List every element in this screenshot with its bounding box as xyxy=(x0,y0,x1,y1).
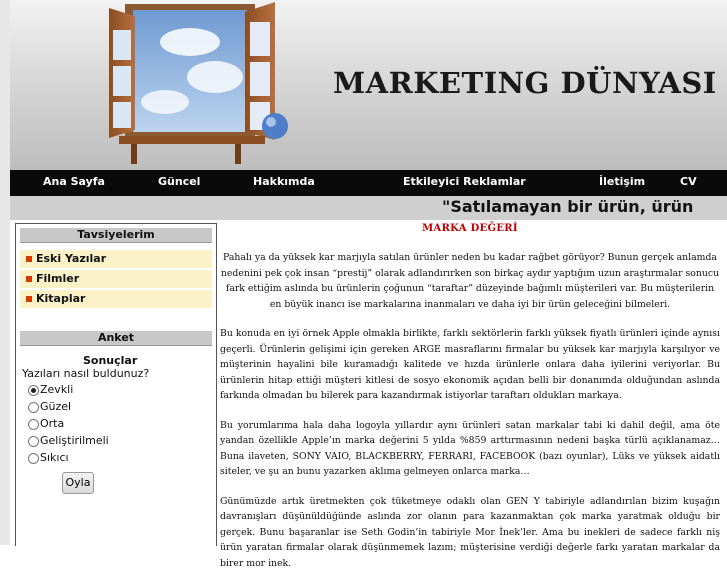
window-illustration xyxy=(109,2,288,164)
article-title: MARKA DEĞERİ xyxy=(422,223,518,234)
main-nav: Ana Sayfa Güncel Hakkımda Etkileyici Rek… xyxy=(10,170,727,196)
poll-title: Anket xyxy=(20,331,212,346)
rec-item-label: Filmler xyxy=(36,272,80,285)
rec-item-books[interactable]: Kitaplar xyxy=(20,290,212,308)
nav-current[interactable]: Güncel xyxy=(158,175,200,188)
poll-radio-zevkli[interactable] xyxy=(28,385,39,396)
quote-marquee: "Satılamayan bir ürün, ürün xyxy=(10,196,727,220)
article-paragraph: Bu yorumlarıma hala daha logoyla yıllard… xyxy=(220,419,720,478)
article-paragraph: Pahalı ya da yüksek kar marjıyla satılan… xyxy=(220,252,720,310)
nav-contact[interactable]: İletişim xyxy=(599,175,645,188)
vote-button[interactable]: Oyla xyxy=(62,472,94,494)
poll-results-label: Sonuçlar xyxy=(83,354,138,367)
left-edge xyxy=(0,0,10,545)
marquee-text: "Satılamayan bir ürün, ürün xyxy=(442,197,694,216)
recommendations-title: Tavsiyelerim xyxy=(20,228,212,243)
nav-about[interactable]: Hakkımda xyxy=(253,175,315,188)
site-header: MARKETING DÜNYASI xyxy=(10,0,727,170)
nav-cv[interactable]: CV xyxy=(680,175,697,188)
poll-option-label: Geliştirilmeli xyxy=(40,434,109,447)
poll-option-label: Orta xyxy=(40,417,65,430)
article-paragraph: Günümüzde artık üretmekten çok tüketmeye… xyxy=(220,495,720,569)
poll-radio-orta[interactable] xyxy=(28,419,39,430)
poll-option-label: Güzel xyxy=(40,400,72,413)
nav-home[interactable]: Ana Sayfa xyxy=(43,175,105,188)
rec-item-label: Kitaplar xyxy=(36,292,86,305)
rec-item-old-posts[interactable]: Eski Yazılar xyxy=(20,250,212,268)
poll-option-label: Sıkıcı xyxy=(40,451,69,464)
poll-question: Yazıları nasıl buldunuz? xyxy=(22,367,150,380)
article: MARKA DEĞERİ Pahalı ya da yüksek kar mar… xyxy=(220,222,720,585)
bullet-icon xyxy=(26,275,32,282)
rec-item-label: Eski Yazılar xyxy=(36,252,107,265)
bullet-icon xyxy=(26,255,32,262)
poll-radio-sikici[interactable] xyxy=(28,453,39,464)
site-title: MARKETING DÜNYASI xyxy=(333,66,717,100)
poll-radio-gelistirilmeli[interactable] xyxy=(28,436,39,447)
rec-item-films[interactable]: Filmler xyxy=(20,270,212,288)
poll-radio-guzel[interactable] xyxy=(28,402,39,413)
nav-ads[interactable]: Etkileyici Reklamlar xyxy=(403,175,526,188)
sidebar: Tavsiyelerim Eski Yazılar Filmler Kitapl… xyxy=(15,223,217,546)
article-paragraph: Bu konuda en iyi örnek Apple olmakla bir… xyxy=(220,328,720,401)
poll-option-label: Zevkli xyxy=(40,383,74,396)
bullet-icon xyxy=(26,295,32,302)
